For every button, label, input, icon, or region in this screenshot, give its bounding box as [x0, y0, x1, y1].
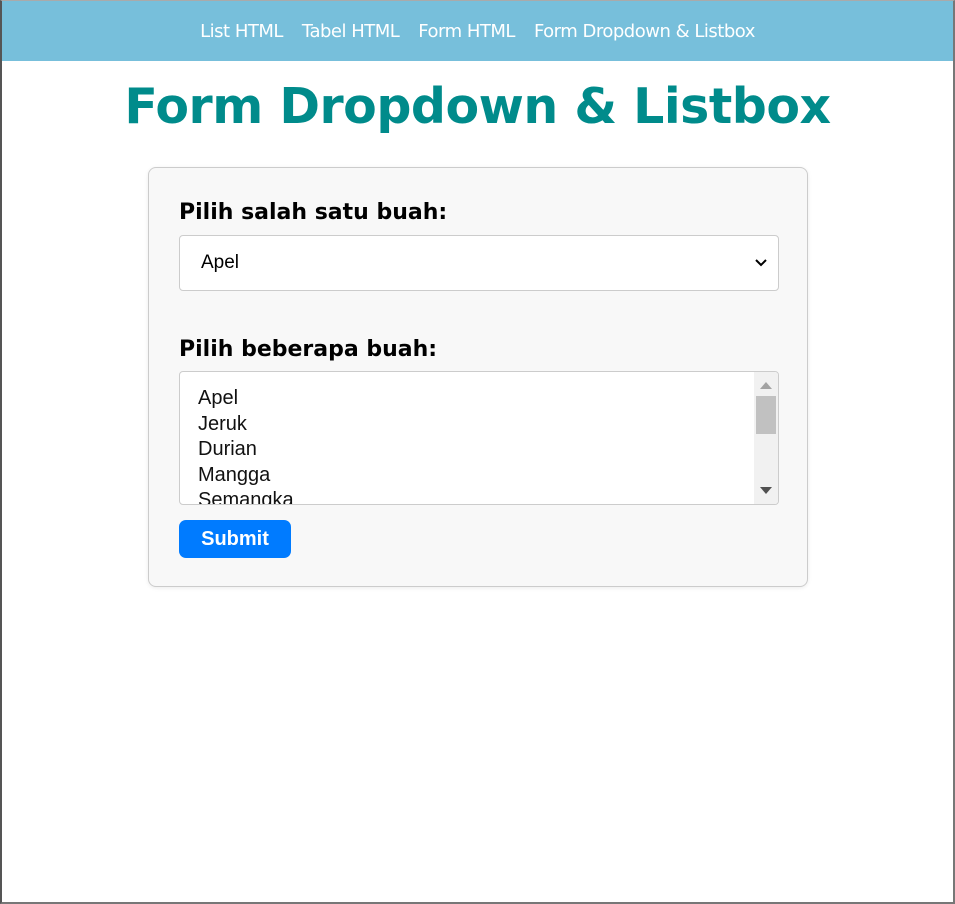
- form-card: Pilih salah satu buah: Apel Pilih bebera…: [148, 167, 808, 587]
- scrollbar-thumb[interactable]: [756, 396, 776, 434]
- listbox-label: Pilih beberapa buah:: [179, 337, 438, 362]
- submit-button[interactable]: Submit: [179, 520, 291, 558]
- nav-link-tabel-html[interactable]: Tabel HTML: [302, 21, 400, 42]
- top-nav: List HTML Tabel HTML Form HTML Form Drop…: [2, 1, 953, 61]
- fruit-dropdown[interactable]: Apel: [179, 235, 779, 291]
- listbox-option[interactable]: Apel: [198, 386, 294, 412]
- listbox-option[interactable]: Semangka: [198, 488, 294, 504]
- listbox-option[interactable]: Jeruk: [198, 412, 294, 438]
- listbox-option[interactable]: Durian: [198, 437, 294, 463]
- dropdown-label: Pilih salah satu buah:: [179, 200, 448, 225]
- nav-link-form-html[interactable]: Form HTML: [418, 21, 515, 42]
- scroll-up-arrow-icon[interactable]: [760, 382, 772, 389]
- listbox-option[interactable]: Mangga: [198, 463, 294, 489]
- scroll-down-arrow-icon[interactable]: [760, 487, 772, 494]
- dropdown-value: Apel: [201, 252, 240, 273]
- nav-link-list-html[interactable]: List HTML: [200, 21, 283, 42]
- fruit-listbox[interactable]: Apel Jeruk Durian Mangga Semangka: [179, 371, 779, 505]
- nav-link-form-dropdown-listbox[interactable]: Form Dropdown & Listbox: [534, 21, 755, 42]
- listbox-scrollbar[interactable]: [754, 372, 778, 504]
- chevron-down-icon: [755, 259, 767, 267]
- page-title: Form Dropdown & Listbox: [124, 78, 831, 135]
